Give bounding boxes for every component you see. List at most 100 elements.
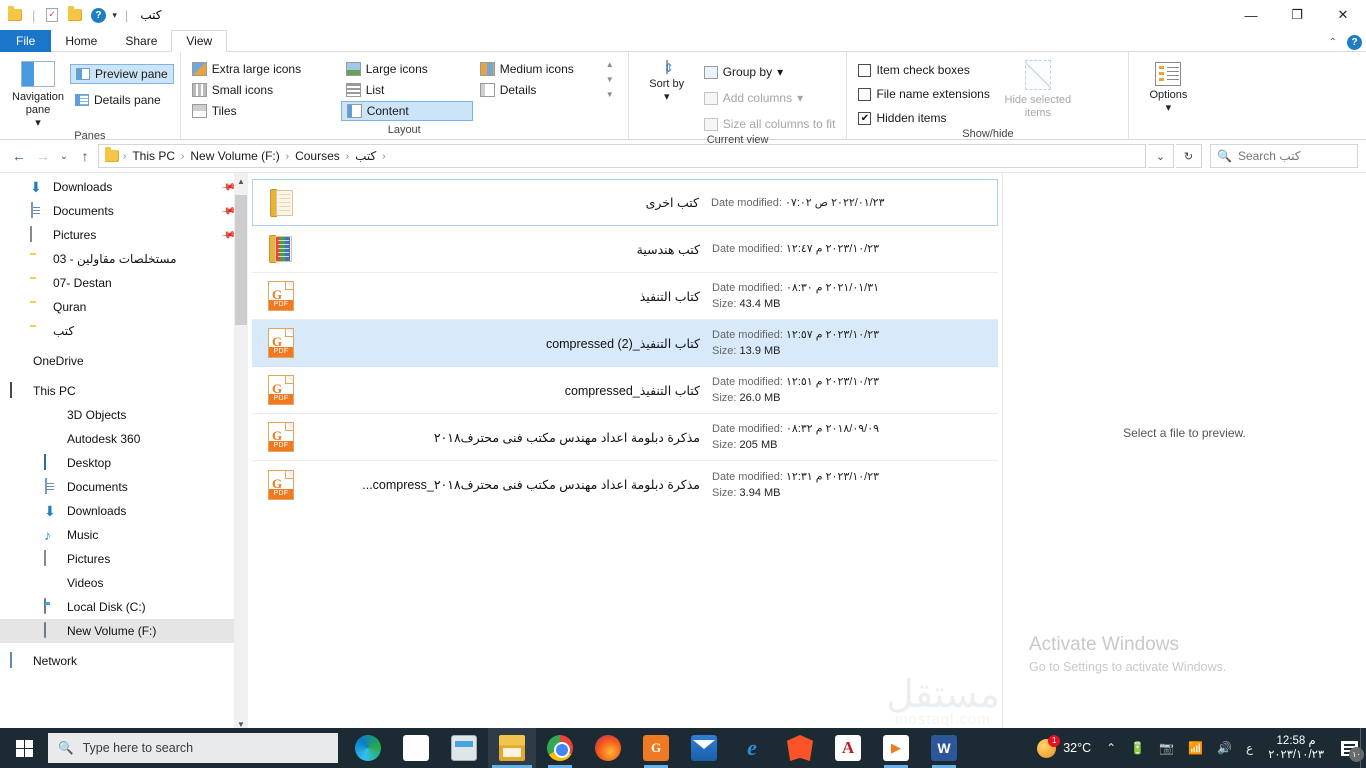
view-medium-icons[interactable]: Medium icons <box>475 59 603 79</box>
sidebar-item-pictures-pc[interactable]: Pictures <box>0 547 248 571</box>
hide-selected-items-button[interactable]: Hide selected items <box>995 56 1081 120</box>
sidebar-item-new-volume-f[interactable]: New Volume (F:) <box>0 619 248 643</box>
taskbar-app-brave[interactable] <box>776 728 824 768</box>
table-row[interactable]: G PDF كتاب التنفيذ_compressed Date modifi… <box>252 367 998 414</box>
navigation-pane-caret[interactable]: ▾ <box>35 117 41 130</box>
taskbar-app-autocad[interactable]: A <box>824 728 872 768</box>
sidebar-item-documents[interactable]: Documents 📌 <box>0 199 248 223</box>
sort-by-caret[interactable]: ▾ <box>664 91 670 104</box>
sidebar-item-pictures[interactable]: Pictures 📌 <box>0 223 248 247</box>
gallery-expand-icon[interactable]: ▼ <box>606 90 614 99</box>
size-all-columns-button[interactable]: Size all columns to fit <box>699 114 841 134</box>
breadcrumb-separator[interactable]: › <box>123 151 126 162</box>
folder-icon[interactable] <box>6 6 24 24</box>
scrollbar-thumb[interactable] <box>235 195 247 325</box>
taskbar-app-microsoft-store[interactable] <box>392 728 440 768</box>
taskbar-search-box[interactable]: 🔍 Type here to search <box>48 733 338 763</box>
checkbox-checked-icon[interactable]: ✔ <box>858 111 872 125</box>
table-row[interactable]: G PDF مذكرة دبلومة اعداد مهندس مكتب فنى م… <box>252 414 998 461</box>
show-desktop-button[interactable] <box>1360 728 1366 768</box>
breadcrumb-this-pc[interactable]: This PC <box>128 146 179 166</box>
sidebar-item-quran[interactable]: Quran <box>0 295 248 319</box>
taskbar-app-chrome[interactable] <box>536 728 584 768</box>
tab-view[interactable]: View <box>171 30 228 52</box>
sidebar-item-documents-pc[interactable]: Documents <box>0 475 248 499</box>
refresh-button[interactable]: ↻ <box>1176 144 1202 168</box>
maximize-button[interactable]: ❐ <box>1274 0 1320 30</box>
tab-home[interactable]: Home <box>51 30 111 52</box>
view-extra-large-icons[interactable]: Extra large icons <box>187 59 339 79</box>
table-row[interactable]: G PDF كتاب التنفيذ_compressed (2) Date mo… <box>252 320 998 367</box>
tab-file[interactable]: File <box>0 30 52 52</box>
sidebar-item-downloads-pc[interactable]: ⬇ Downloads <box>0 499 248 523</box>
view-content[interactable]: Content <box>340 101 473 121</box>
sidebar-item-onedrive[interactable]: OneDrive <box>0 349 248 373</box>
layout-gallery-scroll[interactable]: ▲ ▼ ▼ <box>603 56 617 99</box>
sidebar-item-downloads[interactable]: ⬇ Downloads 📌 <box>0 175 248 199</box>
minimize-button[interactable]: — <box>1228 0 1274 30</box>
sidebar-item-destan[interactable]: 07- Destan <box>0 271 248 295</box>
help-icon[interactable]: ? <box>89 6 107 24</box>
preview-pane-button[interactable]: Preview pane <box>70 64 174 84</box>
checkbox-icon[interactable] <box>858 63 872 77</box>
item-check-boxes-option[interactable]: Item check boxes <box>853 60 994 80</box>
options-caret[interactable]: ▾ <box>1166 101 1172 114</box>
table-row[interactable]: G PDF كتاب التنفيذ Date modified: ٢٠٢١/٠١… <box>252 273 998 320</box>
sidebar-item-autodesk-360[interactable]: Autodesk 360 <box>0 427 248 451</box>
forward-button[interactable]: → <box>32 145 54 167</box>
taskbar-app-word[interactable]: W <box>920 728 968 768</box>
sidebar-item-desktop[interactable]: Desktop <box>0 451 248 475</box>
hidden-items-option[interactable]: ✔ Hidden items <box>853 108 994 128</box>
address-history-button[interactable]: ⌄ <box>1148 144 1174 168</box>
taskbar-app-firefox[interactable] <box>584 728 632 768</box>
breadcrumb[interactable]: › This PC › New Volume (F:) › Courses › … <box>98 144 1146 168</box>
table-row[interactable]: كتب اخرى Date modified: ٢٠٢٢/٠١/٢٣ ص ٠٧:… <box>252 179 998 226</box>
details-pane-button[interactable]: Details pane <box>70 90 174 110</box>
options-button[interactable]: Options ▾ <box>1135 56 1201 114</box>
taskbar-app-internet-explorer[interactable]: e <box>728 728 776 768</box>
table-row[interactable]: كتب هندسية Date modified: ٢٠٢٣/١٠/٢٣ م ١… <box>252 226 998 273</box>
sidebar-item-this-pc[interactable]: This PC <box>0 379 248 403</box>
search-box[interactable]: 🔍 Search كتب <box>1210 144 1358 168</box>
file-list-pane[interactable]: كتب اخرى Date modified: ٢٠٢٢/٠١/٢٣ ص ٠٧:… <box>248 173 1002 732</box>
group-by-button[interactable]: Group by ▾ <box>699 62 841 82</box>
tray-overflow-button[interactable]: ⌃ <box>1099 728 1123 768</box>
sidebar-item-videos[interactable]: Videos <box>0 571 248 595</box>
breadcrumb-separator[interactable]: › <box>382 151 385 162</box>
sidebar-item-kutub[interactable]: كتب <box>0 319 248 343</box>
wifi-icon[interactable]: 📶 <box>1181 728 1210 768</box>
breadcrumb-separator[interactable]: › <box>286 151 289 162</box>
scroll-up-icon[interactable]: ▲ <box>234 173 248 189</box>
taskbar-app-calculator[interactable] <box>440 728 488 768</box>
taskbar-clock[interactable]: م 12:58 ٢٠٢٣/١٠/٢٣ <box>1260 734 1332 762</box>
sidebar-item-mostakhlasat[interactable]: 03 - مستخلصات مقاولين <box>0 247 248 271</box>
gallery-scroll-down-icon[interactable]: ▼ <box>606 75 614 84</box>
breadcrumb-courses[interactable]: Courses <box>291 146 344 166</box>
taskbar-app-movies-tv[interactable] <box>872 728 920 768</box>
weather-widget[interactable]: 32°C <box>1029 734 1099 758</box>
sidebar-item-3d-objects[interactable]: 3D Objects <box>0 403 248 427</box>
gallery-scroll-up-icon[interactable]: ▲ <box>606 60 614 69</box>
language-indicator[interactable]: ع <box>1239 728 1260 768</box>
file-name-extensions-option[interactable]: File name extensions <box>853 84 994 104</box>
recent-locations-button[interactable]: ⌄ <box>56 145 72 167</box>
taskbar-app-file-explorer[interactable] <box>488 728 536 768</box>
sort-by-button[interactable]: ⇕ Sort by ▾ <box>635 56 699 104</box>
view-tiles[interactable]: Tiles <box>187 101 339 121</box>
back-button[interactable]: ← <box>8 145 30 167</box>
taskbar-app-foxit-pdf[interactable]: G <box>632 728 680 768</box>
table-row[interactable]: G PDF مذكرة دبلومة اعداد مهندس مكتب فنى م… <box>252 461 998 508</box>
sidebar-item-network[interactable]: Network <box>0 649 248 673</box>
speaker-icon[interactable]: 🔊 <box>1210 728 1239 768</box>
checkbox-icon[interactable] <box>858 87 872 101</box>
customize-qat-caret[interactable]: ▾ <box>112 10 117 21</box>
sidebar-item-music[interactable]: ♪ Music <box>0 523 248 547</box>
breadcrumb-separator[interactable]: › <box>181 151 184 162</box>
up-button[interactable]: ↑ <box>74 145 96 167</box>
camera-icon[interactable]: 📷 <box>1152 728 1181 768</box>
group-by-caret[interactable]: ▾ <box>777 65 783 79</box>
battery-icon[interactable]: 🔋 <box>1123 728 1152 768</box>
properties-icon[interactable] <box>43 6 61 24</box>
breadcrumb-kutub[interactable]: كتب <box>351 146 380 166</box>
view-large-icons[interactable]: Large icons <box>341 59 473 79</box>
